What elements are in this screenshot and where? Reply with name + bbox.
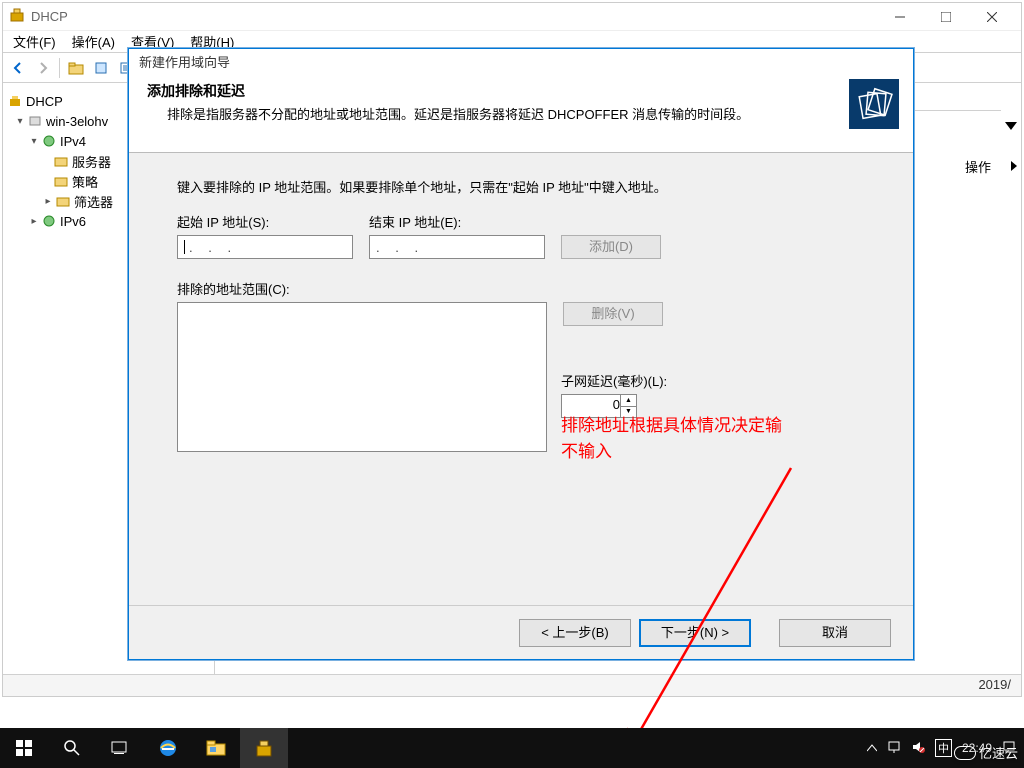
expand-icon[interactable]: ▸ <box>41 196 55 207</box>
watermark-text: 亿速云 <box>979 743 1018 762</box>
tray-chevron-up-icon[interactable] <box>867 741 877 755</box>
annotation-text: 排除地址根据具体情况决定输 不输入 <box>561 413 782 464</box>
folder-button[interactable] <box>65 57 87 79</box>
cloud-icon <box>954 746 976 760</box>
folder-icon <box>53 153 69 169</box>
wizard-header-title: 添加排除和延迟 <box>147 81 895 101</box>
forward-button[interactable] <box>32 57 54 79</box>
wizard-titlebar[interactable]: 新建作用域向导 <box>129 49 913 73</box>
subnet-delay-value: 0 <box>613 397 620 412</box>
task-view-button[interactable] <box>96 728 144 768</box>
tree-policies-label: 策略 <box>72 172 98 191</box>
excluded-range-label: 排除的地址范围(C): <box>177 282 290 297</box>
search-button[interactable] <box>48 728 96 768</box>
tree-ipv6-label: IPv6 <box>60 214 86 229</box>
dhcp-icon <box>7 93 23 109</box>
ipv4-icon <box>41 133 57 149</box>
start-ip-label: 起始 IP 地址(S): <box>177 212 353 231</box>
menu-action[interactable]: 操作(A) <box>72 32 115 51</box>
main-titlebar[interactable]: DHCP <box>3 3 1021 31</box>
properties-button[interactable] <box>90 57 112 79</box>
status-date: 2019/ <box>978 677 1011 692</box>
wizard-window-title: 新建作用域向导 <box>139 52 230 71</box>
folder-icon <box>55 193 71 209</box>
delete-button[interactable]: 删除(V) <box>563 302 663 326</box>
add-button[interactable]: 添加(D) <box>561 235 661 259</box>
tray-network-icon[interactable] <box>887 740 901 757</box>
tree-server-options-label: 服务器 <box>72 152 111 171</box>
tree-ipv4-label: IPv4 <box>60 134 86 149</box>
wizard-hint: 键入要排除的 IP 地址范围。如果要排除单个地址，只需在"起始 IP 地址"中键… <box>177 177 865 196</box>
expand-icon[interactable]: ▸ <box>27 216 41 227</box>
tree-filters-label: 筛选器 <box>74 192 113 211</box>
subnet-delay-label: 子网延迟(毫秒)(L): <box>561 374 667 389</box>
main-title: DHCP <box>31 9 68 24</box>
collapse-icon[interactable]: ▾ <box>13 116 27 127</box>
tray-volume-icon[interactable] <box>911 740 925 757</box>
excluded-range-listbox[interactable] <box>177 302 547 452</box>
back-button[interactable] <box>7 57 29 79</box>
taskbar[interactable]: 中 22:49 <box>0 728 1024 768</box>
wizard-body: 键入要排除的 IP 地址范围。如果要排除单个地址，只需在"起始 IP 地址"中键… <box>129 153 913 603</box>
start-button[interactable] <box>0 728 48 768</box>
ipv6-icon <box>41 213 57 229</box>
start-ip-input[interactable]: . . . <box>177 235 353 259</box>
next-button[interactable]: 下一步(N) > <box>639 619 751 647</box>
dropdown-icon[interactable] <box>1005 122 1017 130</box>
taskbar-ie-icon[interactable] <box>144 728 192 768</box>
server-icon <box>27 113 43 129</box>
new-scope-wizard-dialog: 新建作用域向导 添加排除和延迟 排除是指服务器不分配的地址或地址范围。延迟是指服… <box>128 48 914 660</box>
watermark: 亿速云 <box>954 743 1018 762</box>
taskbar-dhcp-icon[interactable] <box>240 728 288 768</box>
back-button[interactable]: < 上一步(B) <box>519 619 631 647</box>
end-ip-input[interactable]: . . . <box>369 235 545 259</box>
wizard-header-desc: 排除是指服务器不分配的地址或地址范围。延迟是指服务器将延迟 DHCPOFFER … <box>167 105 895 125</box>
end-ip-label: 结束 IP 地址(E): <box>369 212 545 231</box>
dhcp-app-icon <box>9 7 25 26</box>
tray-ime-icon[interactable]: 中 <box>935 739 952 757</box>
minimize-button[interactable] <box>877 3 923 31</box>
actions-label[interactable]: 操作 <box>965 157 991 176</box>
folder-icon <box>53 173 69 189</box>
collapse-icon[interactable]: ▾ <box>27 136 41 147</box>
maximize-button[interactable] <box>923 3 969 31</box>
tree-root-label: DHCP <box>26 94 63 109</box>
taskbar-explorer-icon[interactable] <box>192 728 240 768</box>
cancel-button[interactable]: 取消 <box>779 619 891 647</box>
statusbar: 2019/ <box>3 674 1021 696</box>
close-button[interactable] <box>969 3 1015 31</box>
wizard-footer: < 上一步(B) 下一步(N) > 取消 <box>129 605 913 659</box>
caret-right-icon[interactable] <box>1011 161 1017 171</box>
wizard-header: 添加排除和延迟 排除是指服务器不分配的地址或地址范围。延迟是指服务器将延迟 DH… <box>129 73 913 153</box>
menu-file[interactable]: 文件(F) <box>13 32 56 51</box>
tree-server-label: win-3elohv <box>46 114 108 129</box>
wizard-logo-icon <box>849 79 899 129</box>
